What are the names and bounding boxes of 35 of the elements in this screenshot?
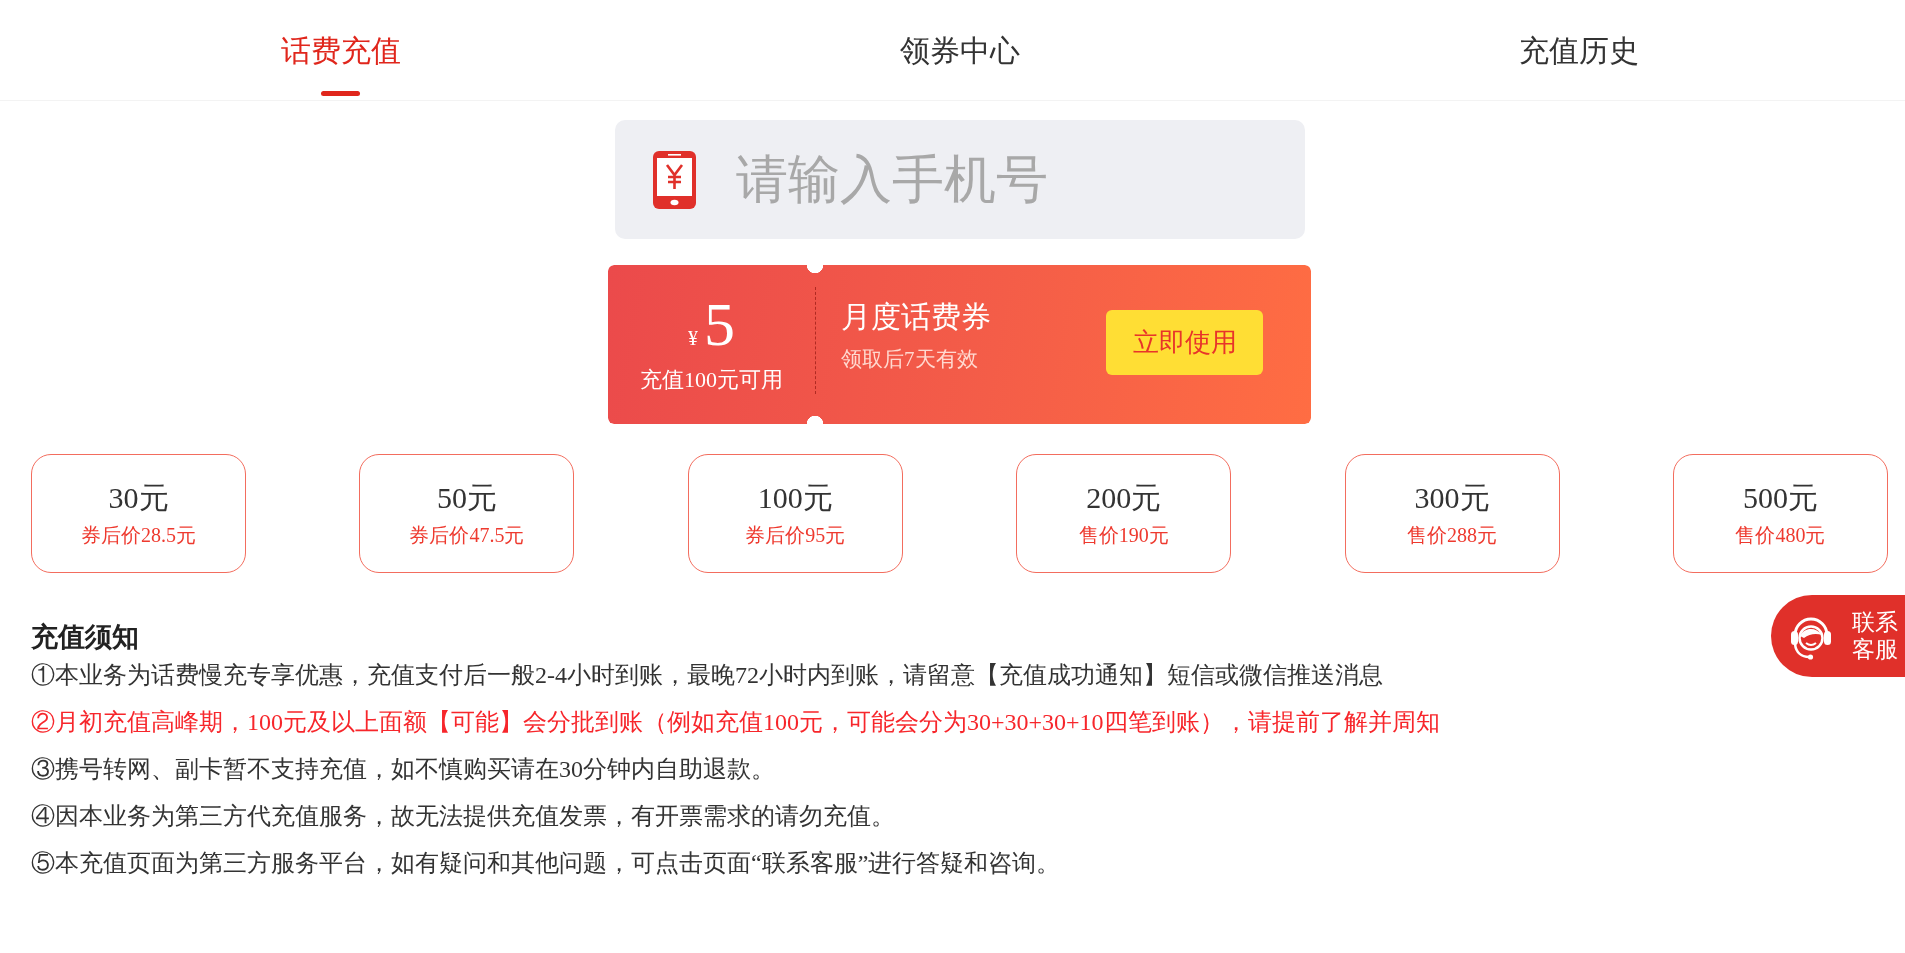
price-text: 券后价47.5元 xyxy=(409,522,525,548)
face-value: 30元 xyxy=(108,479,169,516)
tab[interactable]: 话费充值 xyxy=(280,33,401,96)
notice-text: ①本业务为话费慢充专享优惠，充值支付后一般2-4小时到账，最晚72小时内到账，请留意【充值成功通知】短信或微信推送消息 xyxy=(31,661,1383,690)
face-value: 500元 xyxy=(1742,479,1818,516)
tab[interactable]: 充值历史 xyxy=(1518,33,1639,69)
coupon-amount: 5 xyxy=(704,292,735,356)
amount-option[interactable]: 50元 券后价47.5元 xyxy=(359,454,575,573)
currency-symbol: ¥ xyxy=(688,327,698,350)
price-text: 售价190元 xyxy=(1078,522,1169,548)
customer-service-button[interactable]: 联系客服 xyxy=(1771,595,1905,677)
amount-option[interactable]: 500元 售价480元 xyxy=(1672,454,1888,573)
amount-option[interactable]: 200元 售价190元 xyxy=(1016,454,1232,573)
price-text: 券后价28.5元 xyxy=(81,522,196,548)
amount-option[interactable]: 30元 券后价28.5元 xyxy=(31,454,246,573)
face-value: 100元 xyxy=(757,479,833,516)
face-value: 200元 xyxy=(1086,479,1162,516)
coupon-condition: 充值100元可用 xyxy=(640,366,783,394)
tab[interactable]: 领券中心 xyxy=(899,33,1020,69)
notice-text: ②月初充值高峰期，100元及以上面额【可能】会分批到账（例如充值100元，可能会分为30+30+30+10四笔到账），请提前了解并周知 xyxy=(31,708,1440,737)
price-text: 券后价95元 xyxy=(745,522,846,548)
amount-option[interactable]: 300元 售价288元 xyxy=(1344,454,1560,573)
face-value: 50元 xyxy=(436,479,497,516)
price-text: 售价288元 xyxy=(1407,522,1498,548)
coupon-validity: 领取后7天有效 xyxy=(841,346,978,373)
mobile-phone-icon xyxy=(652,151,696,209)
notice-text: ④因本业务为第三方代充值服务，故无法提供充值发票，有开票需求的请勿充值。 xyxy=(31,802,895,831)
face-value: 300元 xyxy=(1414,479,1490,516)
coupon-title: 月度话费券 xyxy=(841,299,991,335)
notice-title: 充值须知 xyxy=(31,623,139,652)
phone-number-input[interactable]: 请输入手机号 xyxy=(614,120,1305,239)
amount-option[interactable]: 100元 券后价95元 xyxy=(687,454,903,573)
notice-text: ⑤本充值页面为第三方服务平台，如有疑问和其他问题，可点击页面“联系客服”进行答疑和咨询。 xyxy=(31,849,1061,878)
price-text: 售价480元 xyxy=(1735,522,1826,548)
notice-text: ③携号转网、副卡暂不支持充值，如不慎购买请在30分钟内自助退款。 xyxy=(31,755,775,784)
